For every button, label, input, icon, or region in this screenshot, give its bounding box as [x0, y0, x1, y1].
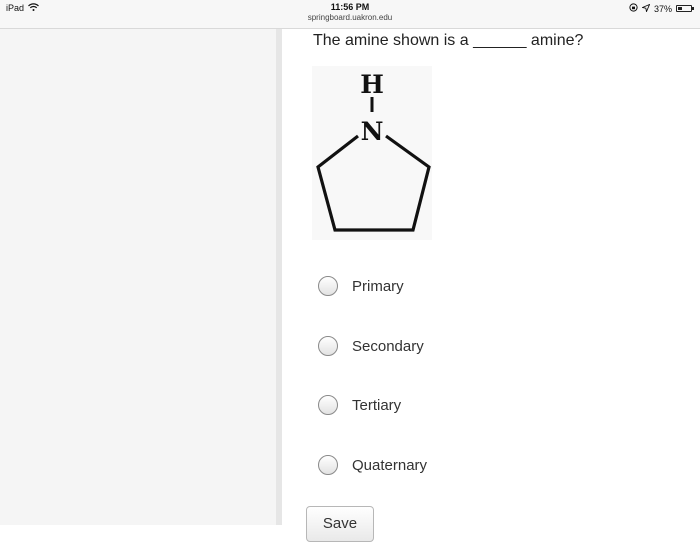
- clock: 11:56 PM: [330, 2, 370, 12]
- left-pane: [0, 29, 276, 525]
- option-secondary[interactable]: Secondary: [318, 336, 424, 356]
- option-quaternary[interactable]: Quaternary: [318, 455, 427, 475]
- page-url[interactable]: springboard.uakron.edu: [0, 13, 700, 22]
- radio-icon[interactable]: [318, 336, 338, 356]
- save-button[interactable]: Save: [306, 506, 374, 542]
- option-label: Tertiary: [352, 396, 402, 414]
- option-tertiary[interactable]: Tertiary: [318, 395, 401, 415]
- question-text: The amine shown is a ______ amine?: [313, 32, 584, 49]
- option-primary[interactable]: Primary: [318, 276, 404, 296]
- pyrrolidine-structure-image: H N: [312, 66, 432, 240]
- status-center: 11:56 PM springboard.uakron.edu: [0, 2, 700, 22]
- battery-icon: [676, 5, 694, 12]
- battery-percent: 37%: [653, 3, 672, 14]
- status-bar: iPad 11:56 PM springboard.uakron.edu 37%: [0, 0, 700, 29]
- status-right: 37%: [629, 3, 694, 14]
- radio-icon[interactable]: [318, 395, 338, 415]
- location-icon: [641, 3, 651, 14]
- nitrogen-atom-label: N: [361, 117, 384, 146]
- option-label: Primary: [352, 277, 404, 295]
- pane-divider: [276, 29, 282, 525]
- option-label: Secondary: [352, 337, 424, 355]
- option-label: Quaternary: [352, 456, 428, 474]
- battery-fill: [678, 7, 682, 10]
- radio-icon[interactable]: [318, 276, 338, 296]
- radio-icon[interactable]: [318, 455, 338, 475]
- pyrrolidine-ring: [316, 134, 431, 232]
- orientation-lock-icon: [629, 3, 638, 14]
- hydrogen-atom-label: H: [360, 70, 384, 99]
